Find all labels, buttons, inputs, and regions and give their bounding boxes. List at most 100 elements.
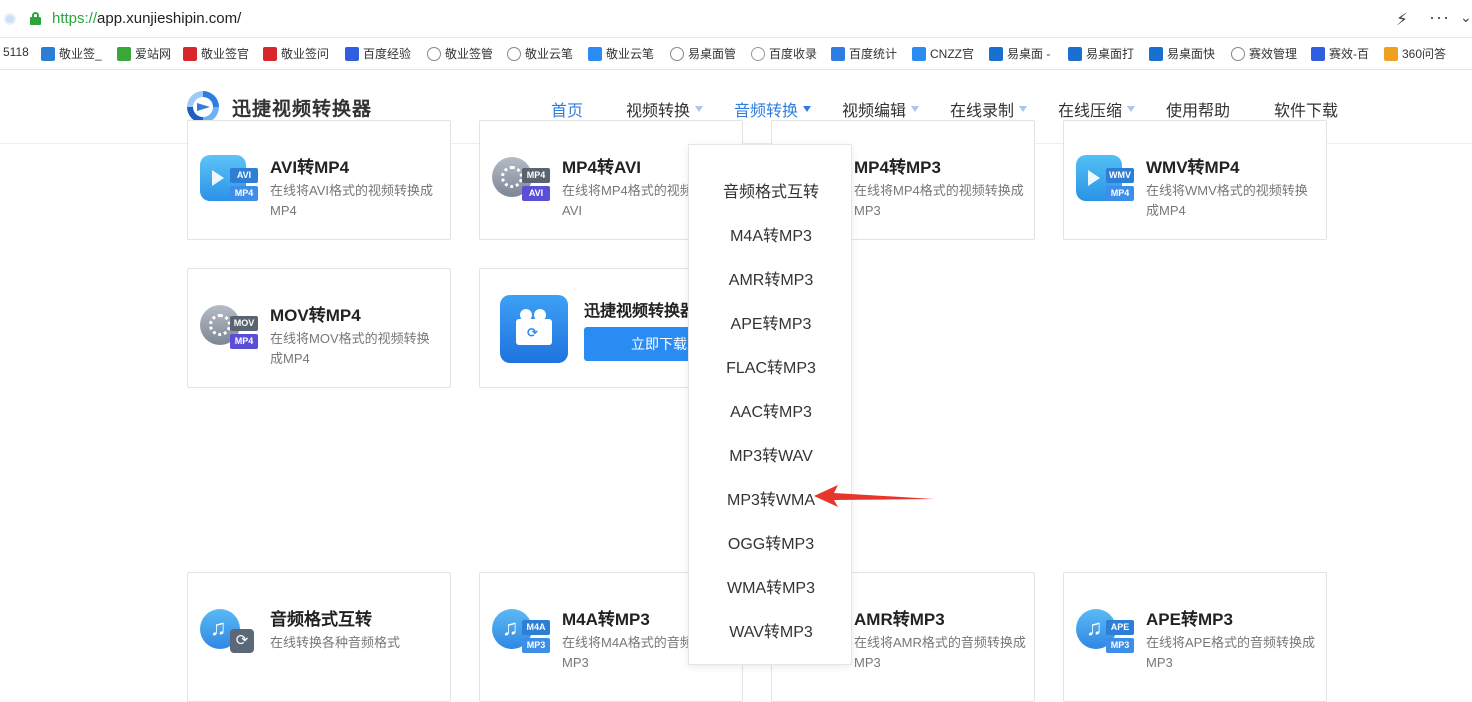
dropdown-item[interactable]: WAV转MP3 <box>689 618 853 642</box>
bookmark-item[interactable]: CNZZ官 <box>912 45 974 62</box>
bookmark-item[interactable]: 敬业云笔 <box>507 45 573 62</box>
format-tag-top: MOV <box>230 316 258 331</box>
bookmark-label: 易桌面管 <box>688 47 737 61</box>
bookmark-favicon-icon <box>1311 46 1325 61</box>
tool-card[interactable]: ♫ APE MP3 APE转MP3 在线将APE格式的音频转换成MP3 <box>1063 572 1327 702</box>
nav-item[interactable]: 首页 <box>551 97 583 121</box>
format-tag-bottom: MP3 <box>522 638 550 653</box>
bookmark-label: 百度收录 <box>769 47 818 61</box>
format-icon: MP4 AVI <box>492 155 550 201</box>
chevron-down-icon[interactable]: ⌄ <box>1460 9 1472 26</box>
caret-down-icon <box>803 106 812 112</box>
bookmark-label: 敬业云笔 <box>606 47 655 61</box>
logo-text: 迅捷视频转换器 <box>232 98 373 120</box>
bookmark-item[interactable]: 易桌面 - <box>989 45 1050 62</box>
nav-item[interactable]: 音频转换 <box>734 97 812 121</box>
dropdown-item[interactable]: APE转MP3 <box>689 310 853 334</box>
bookmarks-bar: 5118 敬业签_ 爱站网 敬业签官 敬业签问 百度经验 敬业签管 敬业云笔 敬业云笔 易桌面管 百… <box>0 38 1472 70</box>
bookmark-item[interactable]: 赛效-百 <box>1311 45 1369 62</box>
site-identity-icon[interactable] <box>4 13 16 25</box>
bookmark-item[interactable]: 百度统计 <box>831 45 897 62</box>
format-icon: MOV MP4 <box>200 303 258 349</box>
dropdown-item[interactable]: M4A转MP3 <box>689 222 853 246</box>
card-description: 在线将APE格式的音频转换成MP3 <box>1146 635 1316 670</box>
nav-item[interactable]: 使用帮助 <box>1166 97 1230 121</box>
caret-down-icon <box>911 106 920 112</box>
bookmark-item[interactable]: 360问答 <box>1384 45 1446 62</box>
tool-card[interactable]: AVI MP4 AVI转MP4 在线将AVI格式的视频转换成MP4 <box>187 120 451 240</box>
bookmark-label: CNZZ官 <box>930 47 974 61</box>
bookmark-favicon-icon <box>183 46 197 61</box>
card-title: MP4转AVI <box>562 158 642 177</box>
tool-card[interactable]: ♫ ⟳ 音频格式互转 在线转换各种音频格式 <box>187 572 451 702</box>
nav-item[interactable]: 软件下载 <box>1274 97 1338 121</box>
bookmark-favicon-icon <box>912 46 926 61</box>
bookmark-item[interactable]: 5118 <box>3 45 29 59</box>
bookmark-label: 赛效-百 <box>1329 47 1369 61</box>
bookmark-label: 360问答 <box>1402 47 1447 61</box>
card-description: 在线转换各种音频格式 <box>270 635 401 650</box>
bookmark-item[interactable]: 敬业签官 <box>183 45 249 62</box>
lightning-icon[interactable]: ⚡ <box>1396 10 1408 30</box>
format-tag-top: AVI <box>230 168 258 183</box>
format-icon: AVI MP4 <box>200 155 258 201</box>
tool-card[interactable]: MOV MP4 MOV转MP4 在线将MOV格式的视频转换成MP4 <box>187 268 451 388</box>
nav-item[interactable]: 视频编辑 <box>842 97 920 121</box>
dropdown-item[interactable]: WMA转MP3 <box>689 574 853 598</box>
refresh-icon: ⟳ <box>230 629 254 653</box>
bookmark-item[interactable]: 易桌面管 <box>670 45 736 62</box>
more-options-icon[interactable]: ··· <box>1429 7 1450 28</box>
dropdown-item[interactable]: AMR转MP3 <box>689 266 853 290</box>
bookmark-item[interactable]: 敬业签管 <box>427 45 493 62</box>
bookmark-favicon-icon <box>588 46 602 61</box>
format-icon: ♫ M4A MP3 <box>492 607 550 653</box>
bookmark-item[interactable]: 敬业云笔 <box>588 45 654 62</box>
audio-convert-dropdown: 音频格式互转 M4A转MP3 AMR转MP3 APE转MP3 FLAC转MP3 AAC转M… <box>688 144 852 665</box>
url-field[interactable]: https://app.xunjieshipin.com/ <box>52 10 241 27</box>
bookmark-label: 敬业签问 <box>281 47 330 61</box>
card-title: APE转MP3 <box>1146 610 1233 629</box>
card-description: 在线将MOV格式的视频转换成MP4 <box>270 331 430 366</box>
tool-card[interactable]: WMV MP4 WMV转MP4 在线将WMV格式的视频转换成MP4 <box>1063 120 1327 240</box>
bookmark-favicon-icon <box>427 46 441 61</box>
bookmark-label: 敬业签管 <box>445 47 494 61</box>
nav-item[interactable]: 在线压缩 <box>1058 97 1136 121</box>
bookmark-item[interactable]: 敬业签问 <box>263 45 329 62</box>
bookmark-favicon-icon <box>989 46 1003 61</box>
video-converter-app-icon: ⟳ <box>500 295 568 363</box>
bookmark-favicon-icon <box>831 46 845 61</box>
dropdown-item[interactable]: MP3转WAV <box>689 442 853 466</box>
bookmark-label: 赛效管理 <box>1249 47 1298 61</box>
format-tag-bottom: MP4 <box>230 186 258 201</box>
format-icon: ♫⟳ <box>200 607 254 653</box>
bookmark-item[interactable]: 赛效管理 <box>1231 45 1297 62</box>
annotation-arrow <box>814 485 934 507</box>
nav-label: 视频转换 <box>626 103 691 120</box>
card-title: AMR转MP3 <box>854 610 945 629</box>
bookmark-label: 易桌面 - <box>1007 47 1051 61</box>
bookmark-label: 敬业云笔 <box>525 47 574 61</box>
dropdown-item[interactable]: OGG转MP3 <box>689 530 853 554</box>
format-tag-bottom: AVI <box>522 186 550 201</box>
bookmark-favicon-icon <box>263 46 277 61</box>
format-tag-top: WMV <box>1106 168 1134 183</box>
bookmark-label: 易桌面快 <box>1167 47 1216 61</box>
nav-label: 音频转换 <box>734 103 799 120</box>
bookmark-item[interactable]: 易桌面打 <box>1068 45 1134 62</box>
bookmark-favicon-icon <box>1068 46 1082 61</box>
bookmark-label: 百度统计 <box>849 47 898 61</box>
bookmark-favicon-icon <box>751 46 765 61</box>
card-title: AVI转MP4 <box>270 158 350 177</box>
nav-item[interactable]: 在线录制 <box>950 97 1028 121</box>
nav-item[interactable]: 视频转换 <box>626 97 704 121</box>
lock-icon[interactable] <box>30 12 41 25</box>
bookmark-item[interactable]: 敬业签_ <box>41 45 102 62</box>
dropdown-item[interactable]: FLAC转MP3 <box>689 354 853 378</box>
bookmark-item[interactable]: 百度经验 <box>345 45 411 62</box>
card-title: MP4转MP3 <box>854 158 941 177</box>
bookmark-item[interactable]: 百度收录 <box>751 45 817 62</box>
bookmark-item[interactable]: 易桌面快 <box>1149 45 1215 62</box>
bookmark-item[interactable]: 爱站网 <box>117 45 171 62</box>
dropdown-item[interactable]: AAC转MP3 <box>689 398 853 422</box>
dropdown-item[interactable]: 音频格式互转 <box>689 178 853 202</box>
